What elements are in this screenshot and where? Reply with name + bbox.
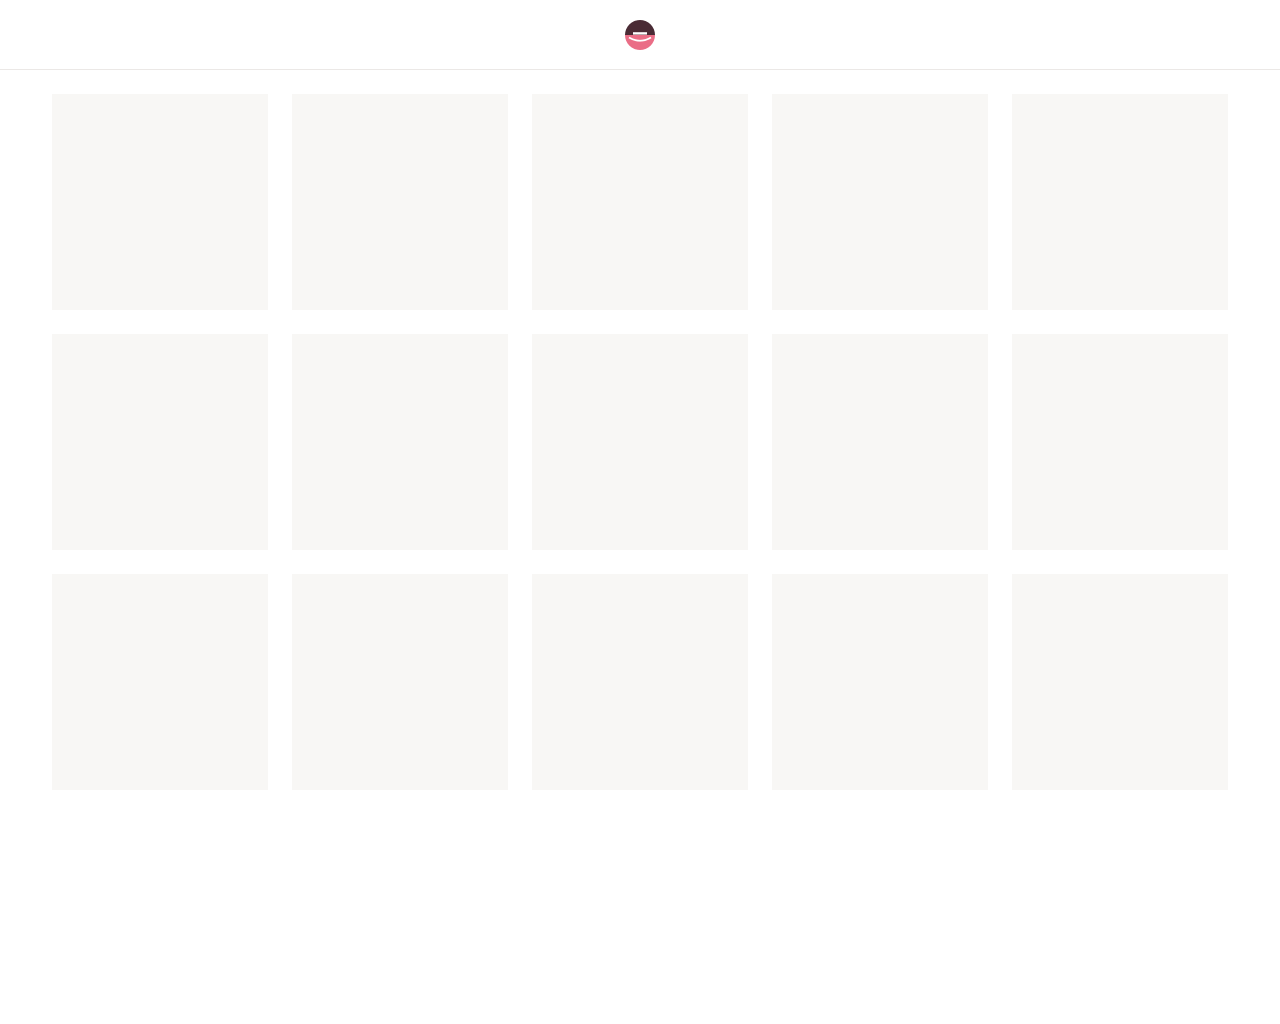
product-tile-placeholder[interactable] [772,334,988,550]
product-tile-placeholder[interactable] [532,574,748,790]
product-tile-placeholder[interactable] [292,94,508,310]
product-tile-placeholder[interactable] [772,94,988,310]
brand-logo-icon[interactable] [625,20,655,50]
product-tile-placeholder[interactable] [292,334,508,550]
product-tile-placeholder[interactable] [532,334,748,550]
product-tile-placeholder[interactable] [52,94,268,310]
product-tile-placeholder[interactable] [52,334,268,550]
logo-eye-bar [633,32,647,35]
product-tile-placeholder[interactable] [1012,334,1228,550]
product-grid [52,94,1228,790]
product-tile-placeholder[interactable] [292,574,508,790]
product-tile-placeholder[interactable] [1012,94,1228,310]
top-header [0,0,1280,70]
product-tile-placeholder[interactable] [532,94,748,310]
product-tile-placeholder[interactable] [52,574,268,790]
product-tile-placeholder[interactable] [772,574,988,790]
product-tile-placeholder[interactable] [1012,574,1228,790]
